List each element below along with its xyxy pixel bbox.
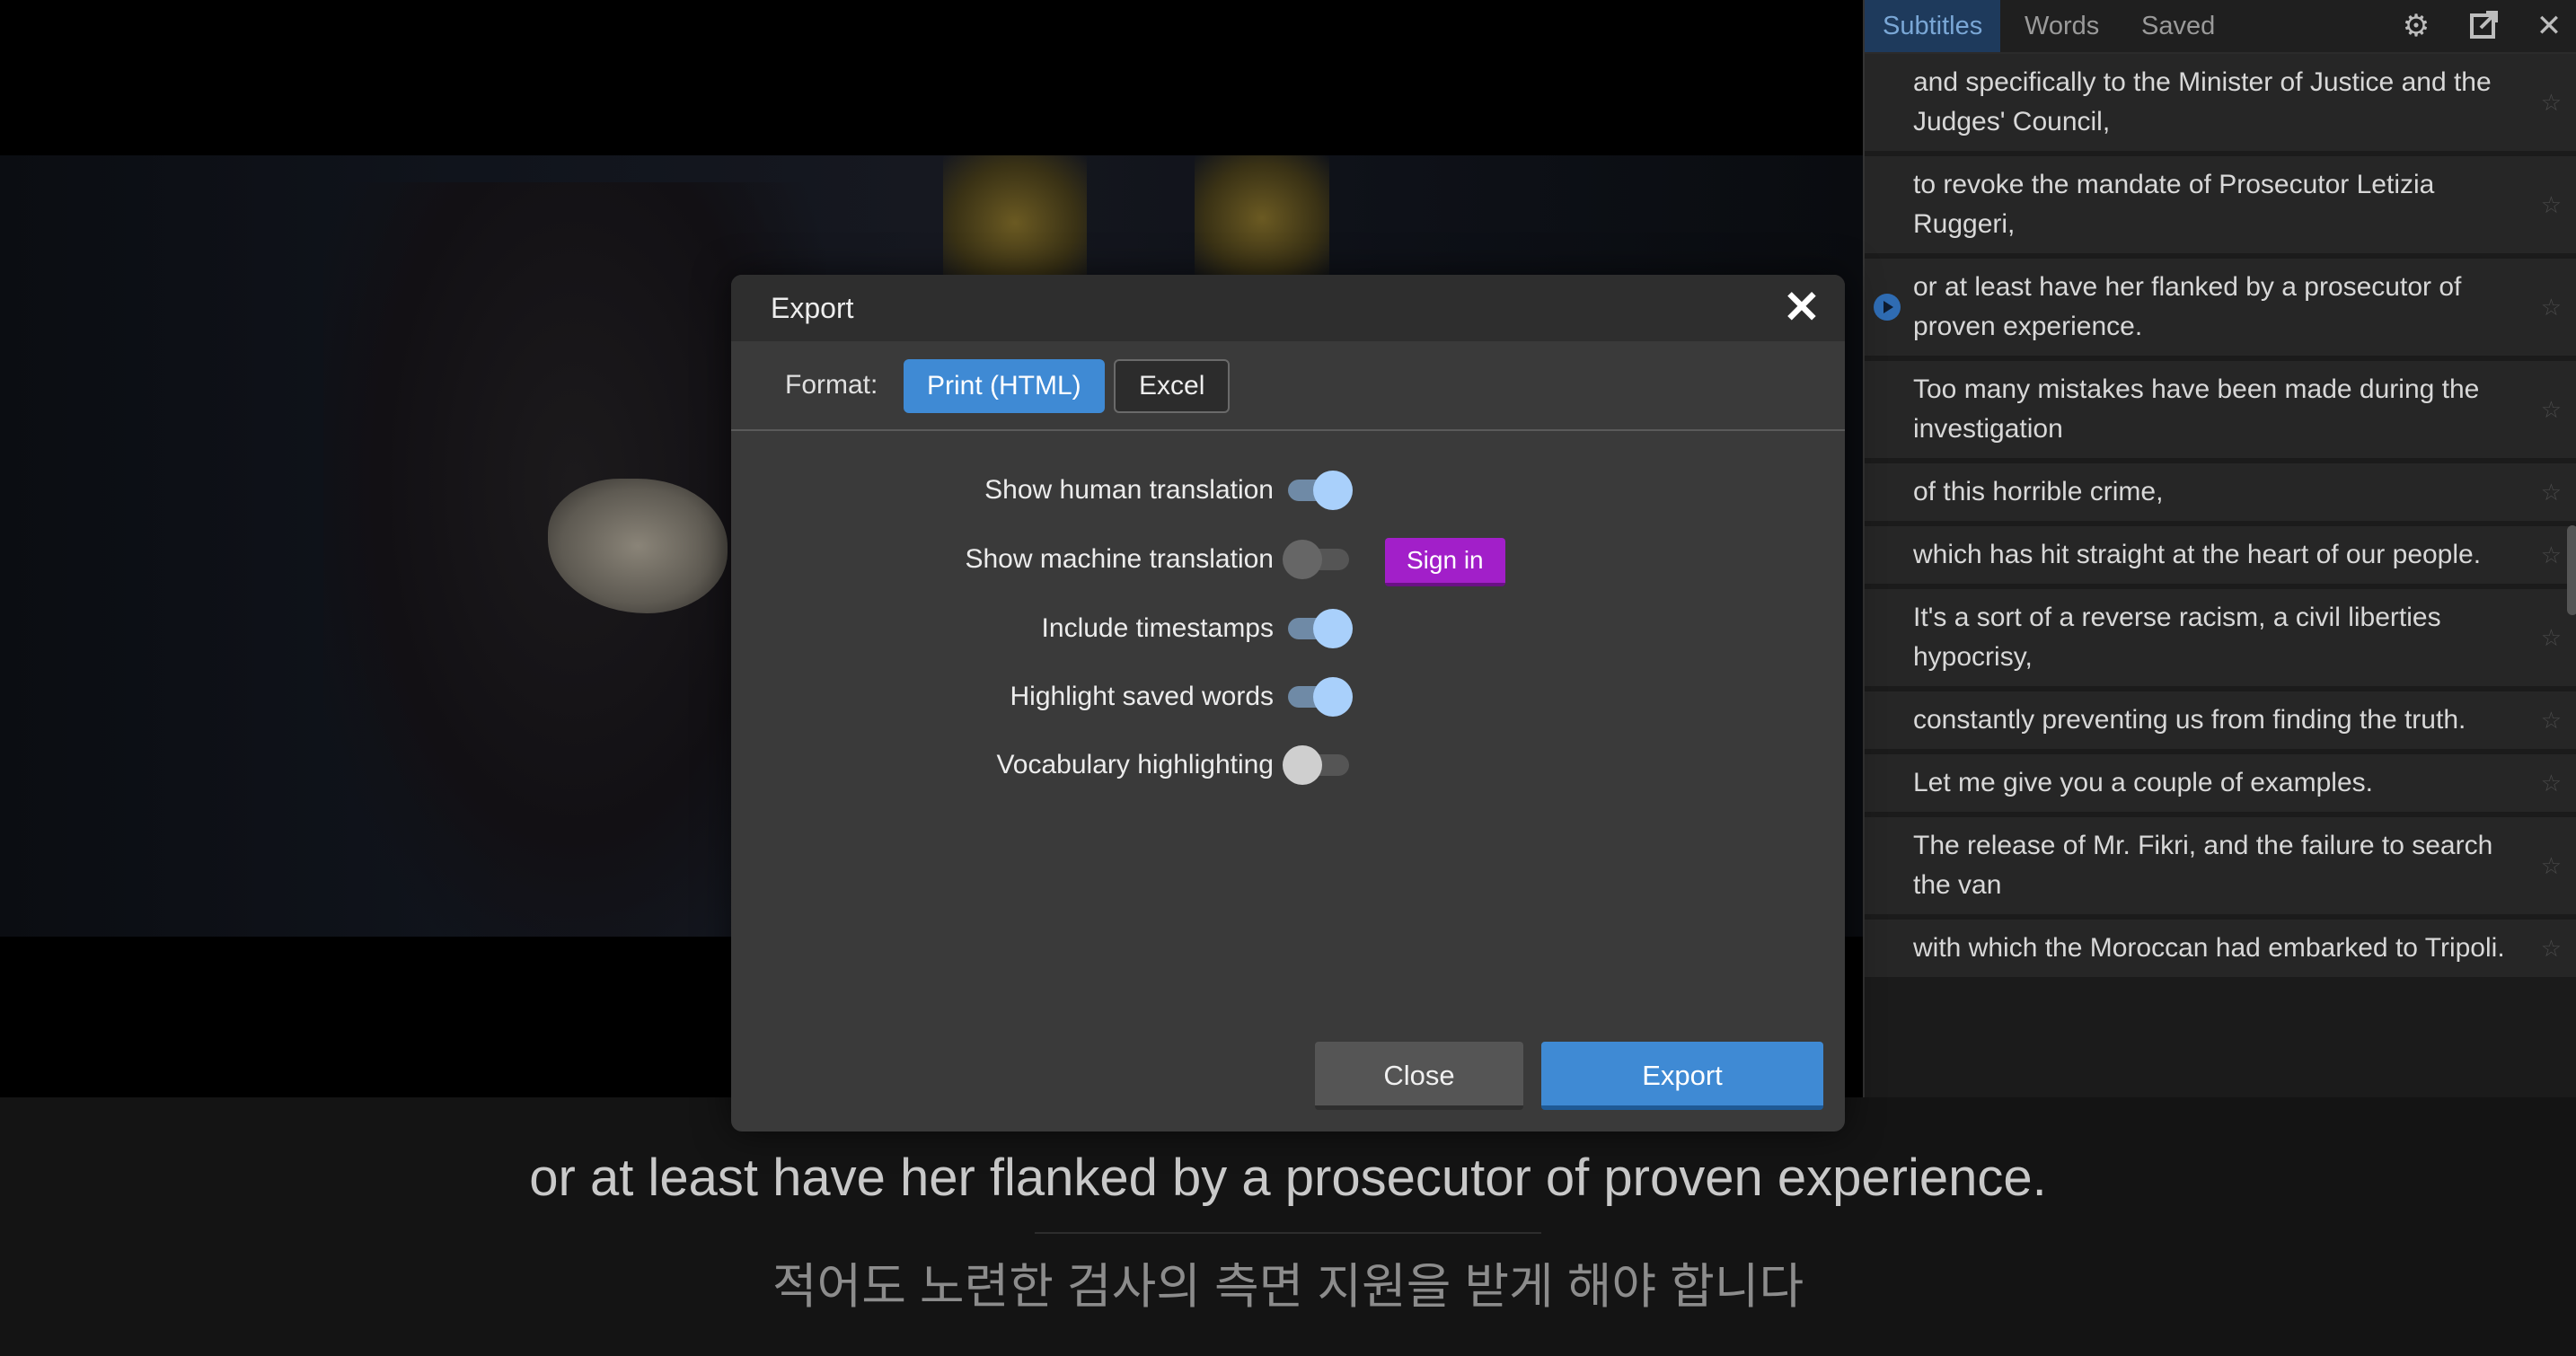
tab-saved[interactable]: Saved xyxy=(2123,0,2233,52)
lamp-light xyxy=(943,155,1087,290)
tab-subtitles[interactable]: Subtitles xyxy=(1865,0,2001,52)
timestamps-toggle[interactable] xyxy=(1288,609,1353,648)
option-vocabulary: Vocabulary highlighting xyxy=(731,738,1845,792)
list-item[interactable]: constantly preventing us from finding th… xyxy=(1865,691,2576,749)
star-icon[interactable]: ☆ xyxy=(2541,185,2562,225)
star-icon[interactable]: ☆ xyxy=(2541,390,2562,429)
export-button[interactable]: Export xyxy=(1541,1042,1823,1110)
star-icon[interactable]: ☆ xyxy=(2541,763,2562,803)
option-timestamps: Include timestamps xyxy=(731,602,1845,656)
sidebar-header: Subtitles Words Saved ⚙ ✕ xyxy=(1865,0,2576,54)
play-icon[interactable] xyxy=(1874,294,1901,321)
machine-translation-toggle[interactable] xyxy=(1283,540,1349,579)
list-item[interactable]: to revoke the mandate of Prosecutor Leti… xyxy=(1865,156,2576,253)
format-bar: Format: Print (HTML) Excel xyxy=(731,341,1845,431)
list-item[interactable]: of this horrible crime, ☆ xyxy=(1865,463,2576,521)
star-icon[interactable]: ☆ xyxy=(2541,535,2562,575)
list-item[interactable]: which has hit straight at the heart of o… xyxy=(1865,526,2576,584)
format-html-button[interactable]: Print (HTML) xyxy=(904,359,1105,413)
close-button[interactable]: Close xyxy=(1315,1042,1523,1110)
star-icon[interactable]: ☆ xyxy=(2541,618,2562,657)
star-icon[interactable]: ☆ xyxy=(2541,287,2562,327)
gear-icon[interactable]: ⚙ xyxy=(2398,8,2434,44)
list-item[interactable]: Too many mistakes have been made during … xyxy=(1865,361,2576,458)
list-item-active[interactable]: or at least have her flanked by a prosec… xyxy=(1865,259,2576,356)
human-translation-toggle[interactable] xyxy=(1288,471,1353,510)
tab-words[interactable]: Words xyxy=(2007,0,2117,52)
option-highlight-saved: Highlight saved words xyxy=(731,670,1845,724)
list-item[interactable]: The release of Mr. Fikri, and the failur… xyxy=(1865,817,2576,914)
star-icon[interactable]: ☆ xyxy=(2541,700,2562,740)
star-icon[interactable]: ☆ xyxy=(2541,846,2562,885)
star-icon[interactable]: ☆ xyxy=(2541,929,2562,968)
close-icon[interactable]: ✕ xyxy=(1780,285,1823,330)
highlight-saved-toggle[interactable] xyxy=(1288,677,1353,717)
option-human-translation: Show human translation xyxy=(731,463,1845,517)
subtitle-primary[interactable]: or at least have her flanked by a prosec… xyxy=(0,1148,2576,1208)
scrollbar[interactable] xyxy=(2567,525,2576,615)
list-item[interactable]: with which the Moroccan had embarked to … xyxy=(1865,920,2576,977)
option-machine-translation: Show machine translation Sign in xyxy=(731,533,1845,586)
sign-in-button[interactable]: Sign in xyxy=(1385,538,1505,586)
lamp-light xyxy=(1195,155,1329,281)
star-icon[interactable]: ☆ xyxy=(2541,472,2562,512)
export-icon[interactable] xyxy=(2466,8,2502,44)
list-item[interactable]: Let me give you a couple of examples. ☆ xyxy=(1865,754,2576,812)
subtitle-translation[interactable]: 적어도 노련한 검사의 측면 지원을 받게 해야 합니다 xyxy=(0,1246,2576,1317)
vocabulary-toggle[interactable] xyxy=(1283,745,1349,785)
list-item[interactable]: and specifically to the Minister of Just… xyxy=(1865,54,2576,151)
list-item[interactable]: It's a sort of a reverse racism, a civil… xyxy=(1865,589,2576,686)
dialog-title: Export xyxy=(771,292,854,324)
dialog-header: Export ✕ xyxy=(731,275,1845,341)
subtitles-sidebar: Subtitles Words Saved ⚙ ✕ and specifical… xyxy=(1863,0,2576,1097)
format-excel-button[interactable]: Excel xyxy=(1114,359,1231,413)
star-icon[interactable]: ☆ xyxy=(2541,83,2562,122)
subtitle-divider xyxy=(1035,1232,1541,1234)
format-label: Format: xyxy=(785,370,878,400)
export-dialog: Export ✕ Format: Print (HTML) Excel Show… xyxy=(731,275,1845,1131)
subtitle-list[interactable]: and specifically to the Minister of Just… xyxy=(1865,54,2576,1097)
close-icon[interactable]: ✕ xyxy=(2531,8,2567,44)
